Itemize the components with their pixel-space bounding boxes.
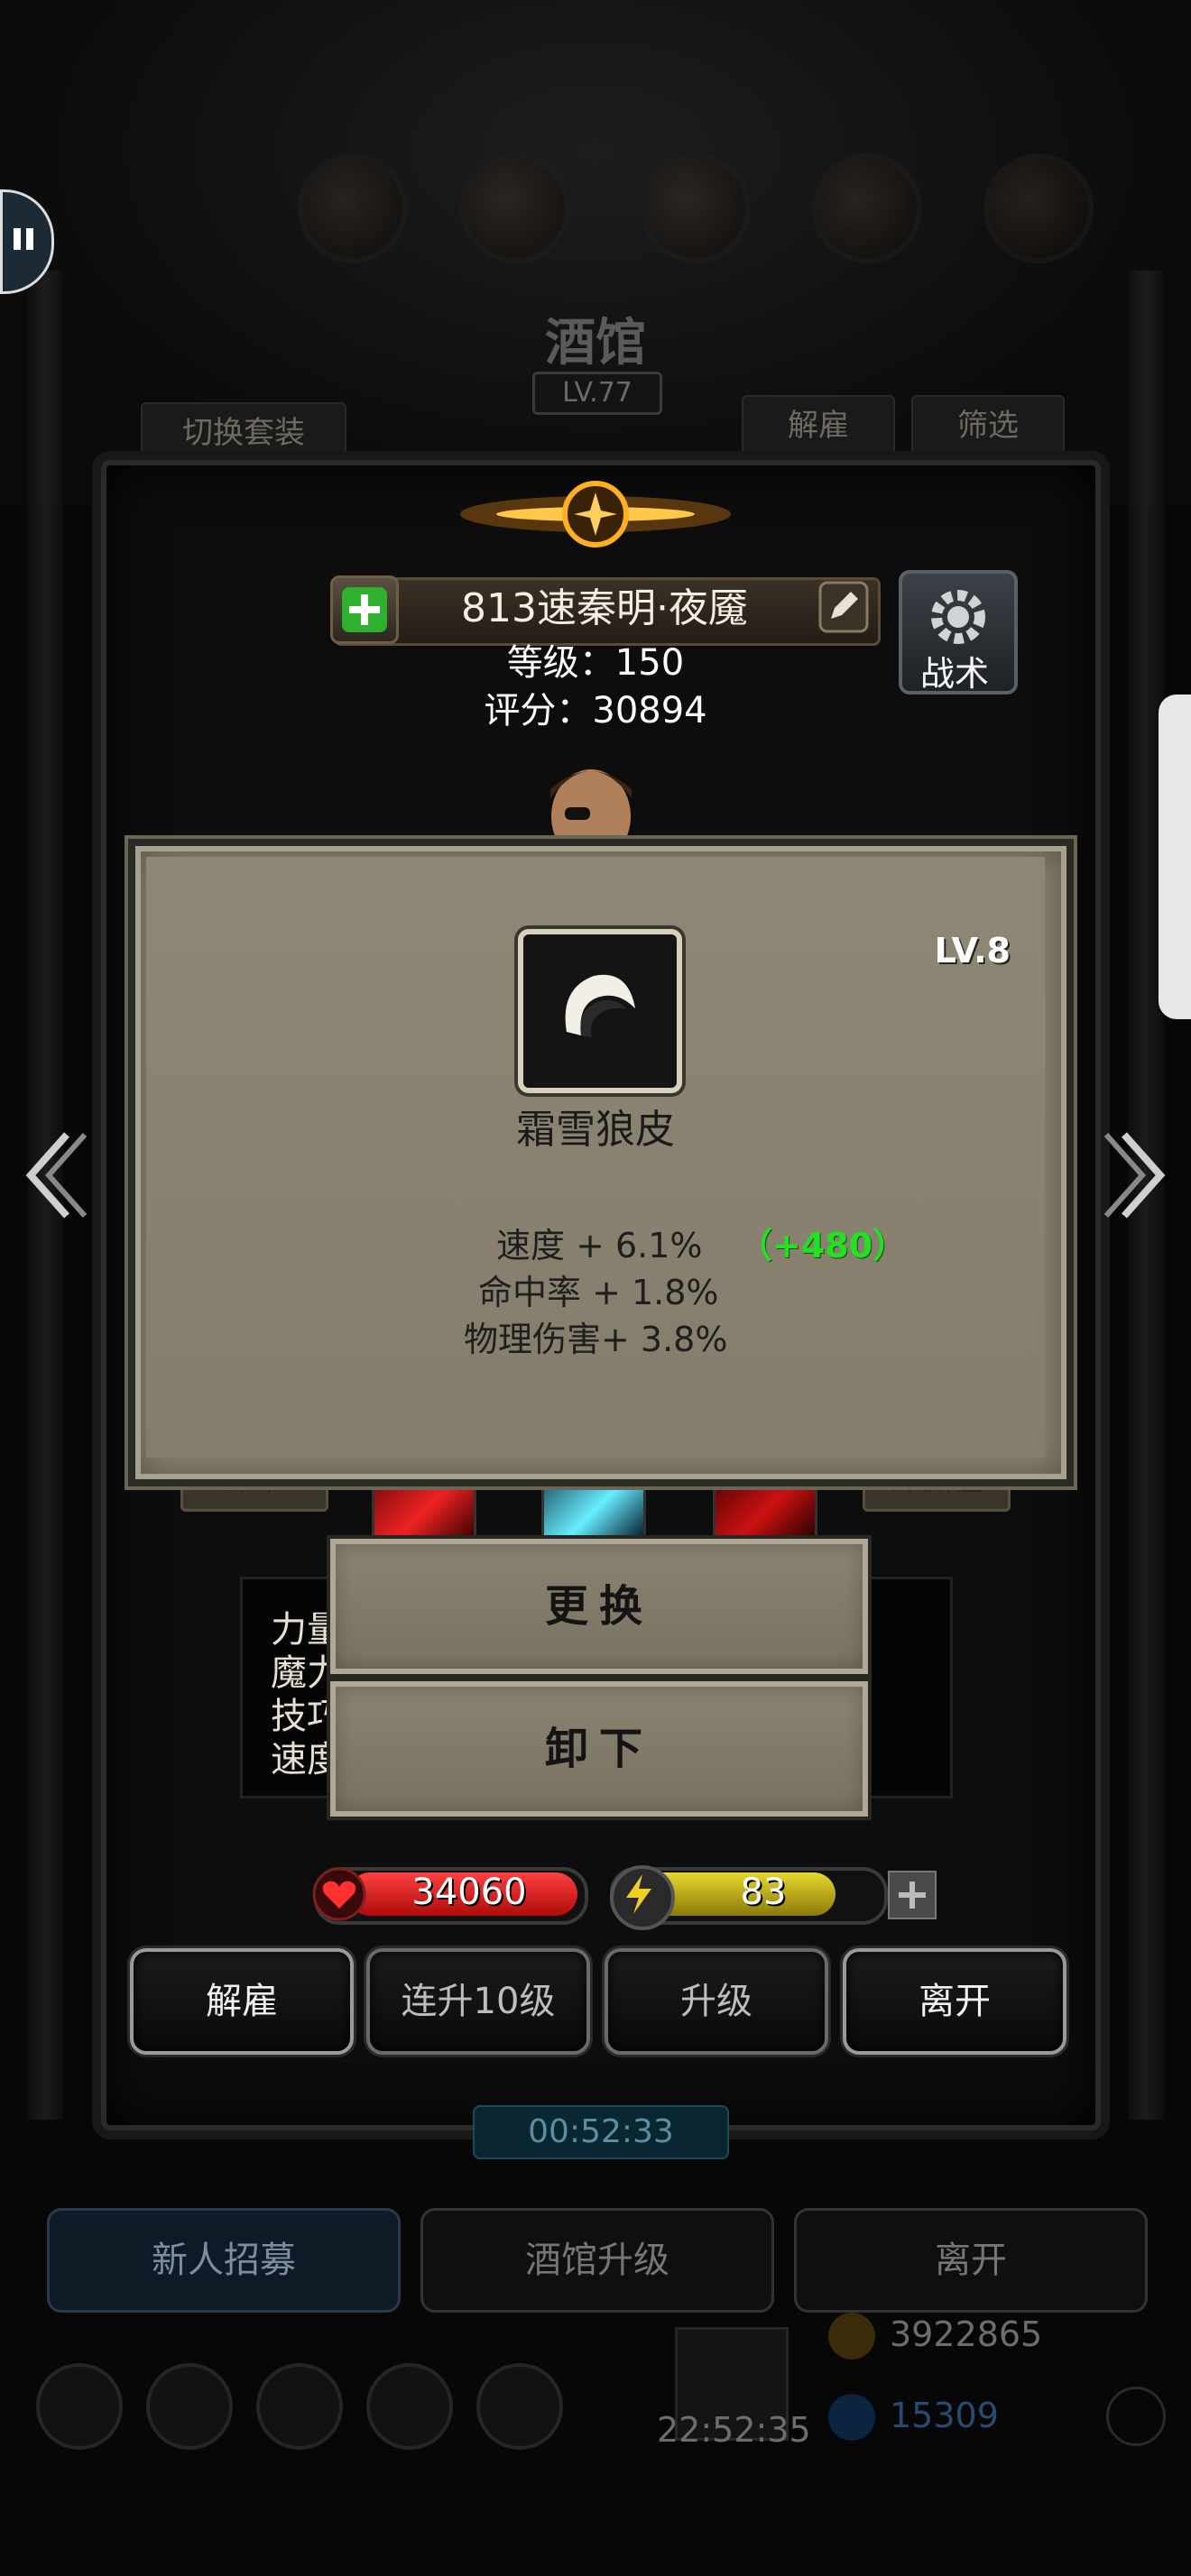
prev-hero-arrow-icon[interactable] [13, 1126, 94, 1225]
menu-icon-1 [298, 153, 408, 263]
item-slot [518, 929, 682, 1093]
bottom-nav-icon-4[interactable] [366, 2363, 453, 2450]
tactics-label: 战术 [919, 654, 989, 694]
gear-icon [931, 590, 985, 644]
item-stat-bonus: （+480） [738, 1226, 908, 1265]
bottom-nav-icon-3[interactable] [256, 2363, 343, 2450]
gold-coin-icon [828, 2313, 875, 2360]
add-currency-icon[interactable] [1106, 2387, 1166, 2446]
hero-name: 813速秦明·夜魇 [461, 585, 748, 631]
leave-button[interactable]: 离开 [843, 1948, 1066, 2055]
item-name: 霜雪狼皮 [516, 1107, 675, 1153]
switch-set-button[interactable]: 切换套装 [141, 402, 346, 464]
gold-amount: 3922865 [890, 2314, 1043, 2354]
white-fur-icon [565, 974, 635, 1037]
item-stat-speed: 速度 + 6.1% [496, 1226, 703, 1265]
dismiss-filter-button[interactable]: 解雇 [742, 395, 895, 456]
energy-value: 83 [740, 1872, 787, 1913]
gem-icon [828, 2394, 875, 2441]
hp-value: 34060 [411, 1872, 527, 1913]
side-drawer-handle[interactable] [1159, 695, 1191, 1019]
bottom-nav-icon-5[interactable] [476, 2363, 563, 2450]
edit-name-icon[interactable] [817, 577, 871, 637]
tavern-leave-button[interactable]: 离开 [794, 2208, 1148, 2313]
item-level: LV.8 [934, 931, 1011, 971]
menu-icon-3 [641, 153, 751, 263]
gem-amount: 15309 [890, 2396, 999, 2435]
bottom-nav-icon-2[interactable] [146, 2363, 233, 2450]
add-hero-button[interactable] [330, 575, 399, 644]
heart-icon [312, 1867, 366, 1921]
hero-score: 评分：30894 [484, 690, 707, 731]
menu-icon-2 [460, 153, 570, 263]
add-energy-button[interactable] [888, 1871, 937, 1919]
bottom-nav-icon-1[interactable] [36, 2363, 123, 2450]
game-clock: 22:52:35 [657, 2410, 811, 2450]
hero-level: 等级：150 [506, 642, 685, 684]
dismiss-button[interactable]: 解雇 [130, 1948, 354, 2055]
menu-icon-5 [983, 153, 1094, 263]
tavern-upgrade-button[interactable]: 酒馆升级 [420, 2208, 774, 2313]
next-hero-arrow-icon[interactable] [1097, 1126, 1178, 1225]
new-recruit-button[interactable]: 新人招募 [47, 2208, 401, 2313]
hero-emblem-icon [460, 481, 731, 547]
item-stat-physical-damage: 物理伤害+ 3.8% [464, 1320, 728, 1359]
recruit-timer: 00:52:33 [473, 2105, 729, 2159]
plus-icon [342, 587, 387, 632]
menu-icon-4 [812, 153, 922, 263]
change-equipment-button[interactable]: 更换 [330, 1539, 868, 1674]
level-up-10-button[interactable]: 连升10级 [366, 1948, 590, 2055]
upgrade-button[interactable]: 升级 [605, 1948, 828, 2055]
tavern-level: LV.77 [532, 372, 662, 415]
unequip-button[interactable]: 卸下 [330, 1681, 868, 1817]
hero-portrait [550, 769, 632, 861]
tavern-title: 酒馆 [545, 313, 646, 373]
filter-button[interactable]: 筛选 [911, 395, 1065, 456]
item-stat-accuracy: 命中率 + 1.8% [478, 1273, 719, 1312]
